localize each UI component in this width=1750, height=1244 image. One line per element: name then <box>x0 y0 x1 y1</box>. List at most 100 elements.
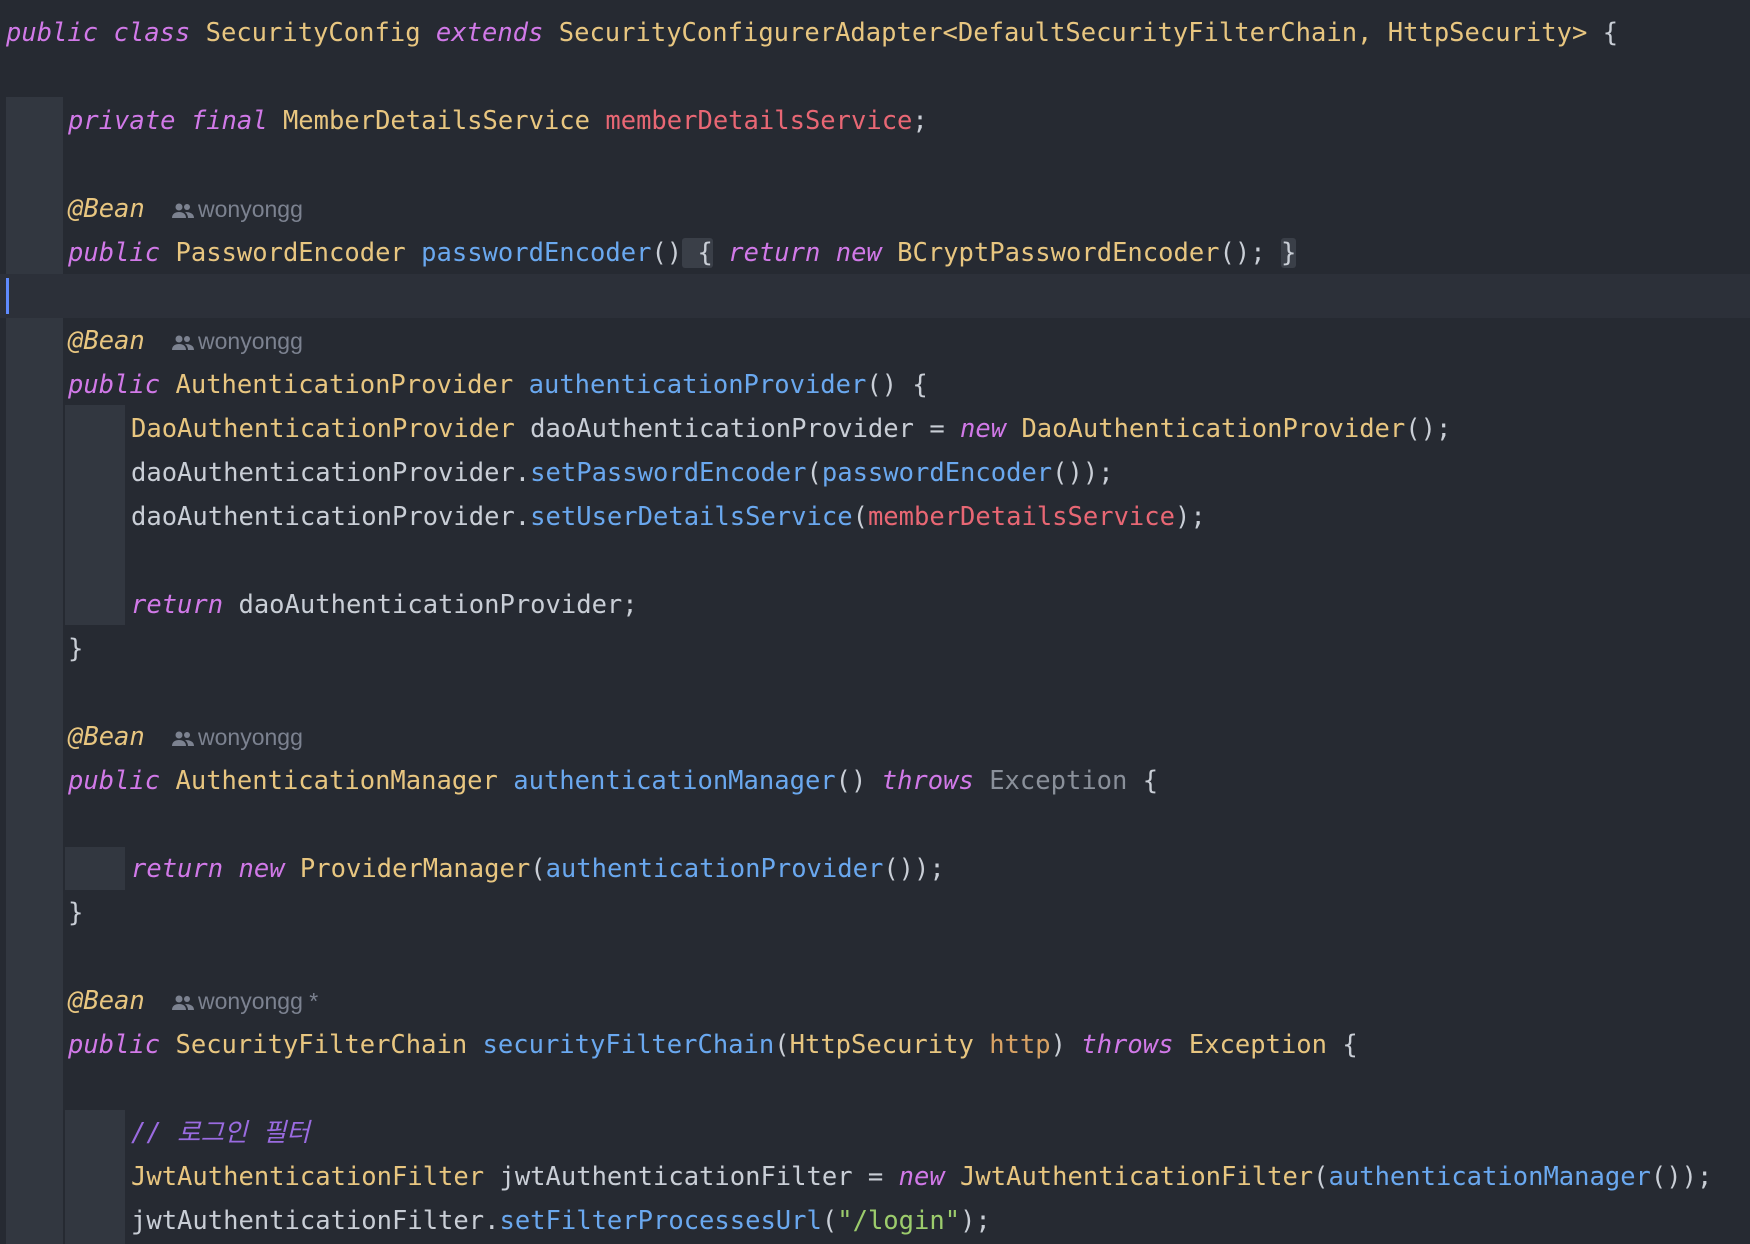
code-line-auth-provider-signature[interactable]: public AuthenticationProvider authentica… <box>68 363 928 407</box>
folded-brace-open[interactable]: { <box>682 238 713 268</box>
field-ref: memberDetailsService <box>867 502 1175 532</box>
code-line-set-filter-url[interactable]: jwtAuthenticationFilter.setFilterProcess… <box>131 1199 991 1243</box>
return-type: SecurityFilterChain <box>175 1030 468 1060</box>
code-line-filter-chain-signature[interactable]: public SecurityFilterChain securityFilte… <box>68 1023 1358 1067</box>
method-call-arg: authenticationProvider <box>545 854 884 884</box>
indent-guide-level1 <box>6 97 63 1244</box>
author-name: wonyongg <box>198 328 303 354</box>
bean-annotation: @Bean <box>68 194 145 224</box>
keyword: throws <box>1081 1030 1174 1060</box>
var-decl: jwtAuthenticationFilter = <box>484 1162 899 1192</box>
code-vision-author[interactable]: wonyongg * <box>172 979 318 1023</box>
code-line-close-brace[interactable]: } <box>68 627 83 671</box>
keyword: return <box>131 590 224 620</box>
return-value: daoAuthenticationProvider; <box>223 590 638 620</box>
var-type: DaoAuthenticationProvider <box>131 414 515 444</box>
author-name: wonyongg * <box>198 988 319 1014</box>
keyword: new <box>898 1162 945 1192</box>
code-line-field[interactable]: private final MemberDetailsService membe… <box>68 99 928 143</box>
paren: ( <box>1313 1162 1329 1192</box>
method-call: setPasswordEncoder <box>530 458 807 488</box>
code-line-comment[interactable]: // 로그인 필터 <box>131 1111 310 1155</box>
paren: ( <box>852 502 868 532</box>
field-type: MemberDetailsService <box>282 106 590 136</box>
var-decl: daoAuthenticationProvider = <box>514 414 961 444</box>
code-line-annotation[interactable]: @Bean <box>68 319 145 363</box>
constructor: JwtAuthenticationFilter <box>960 1162 1314 1192</box>
string-literal: "/login" <box>837 1206 961 1236</box>
code-line-set-password-encoder[interactable]: daoAuthenticationProvider.setPasswordEnc… <box>131 451 1114 495</box>
code-line-set-user-details[interactable]: daoAuthenticationProvider.setUserDetails… <box>131 495 1206 539</box>
code-line-return[interactable]: return new ProviderManager(authenticatio… <box>131 847 945 891</box>
brace: { <box>1127 766 1159 796</box>
bean-annotation: @Bean <box>68 722 145 752</box>
people-icon <box>172 731 194 746</box>
call-tail: ); <box>960 1206 991 1236</box>
current-line-highlight <box>0 274 1750 318</box>
parens: () <box>835 766 882 796</box>
call-tail: (); <box>1405 414 1452 444</box>
code-line-dao-provider-init[interactable]: DaoAuthenticationProvider daoAuthenticat… <box>131 407 1451 451</box>
text-caret <box>6 278 9 314</box>
return-type: PasswordEncoder <box>175 238 406 268</box>
keyword: public <box>6 18 99 48</box>
close-brace: } <box>68 898 84 928</box>
keyword: private <box>68 106 176 136</box>
indent-guide-level2 <box>65 1110 125 1244</box>
parent-type: SecurityConfigurerAdapter<DefaultSecurit… <box>558 18 1588 48</box>
folded-brace-close[interactable]: } <box>1280 238 1297 268</box>
paren: ) <box>1050 1030 1082 1060</box>
bean-annotation: @Bean <box>68 326 145 356</box>
code-line-auth-manager-signature[interactable]: public AuthenticationManager authenticat… <box>68 759 1158 803</box>
code-line-annotation[interactable]: @Bean <box>68 979 145 1023</box>
bean-annotation: @Bean <box>68 986 145 1016</box>
indent-guide-level2 <box>65 847 125 890</box>
keyword: return <box>728 238 821 268</box>
code-vision-author[interactable]: wonyongg <box>172 319 303 363</box>
exception-type: Exception <box>989 766 1128 796</box>
return-type: AuthenticationProvider <box>175 370 514 400</box>
code-line-close-brace[interactable]: } <box>68 891 83 935</box>
people-icon <box>172 203 194 218</box>
author-name: wonyongg <box>198 196 303 222</box>
paren: ( <box>821 1206 838 1236</box>
code-editor[interactable]: public class SecurityConfig extends Secu… <box>0 0 1750 1244</box>
method-call-arg: passwordEncoder <box>821 458 1053 488</box>
parens: () <box>651 238 683 268</box>
call-tail: ()); <box>883 854 945 884</box>
var-type: JwtAuthenticationFilter <box>131 1162 485 1192</box>
keyword: public <box>68 1030 161 1060</box>
method-call: setUserDetailsService <box>530 502 853 532</box>
close-brace: } <box>68 634 84 664</box>
keyword: class <box>113 18 191 48</box>
keyword: return <box>131 854 224 884</box>
keyword: new <box>238 854 285 884</box>
constructor: BCryptPasswordEncoder <box>897 238 1220 268</box>
call-tail: (); <box>1219 238 1281 268</box>
code-line-return[interactable]: return daoAuthenticationProvider; <box>131 583 638 627</box>
keyword: public <box>68 238 161 268</box>
code-line-annotation[interactable]: @Bean <box>68 715 145 759</box>
signature-tail: () { <box>866 370 928 400</box>
code-line-annotation[interactable]: @Bean <box>68 187 145 231</box>
call-tail: ); <box>1174 502 1206 532</box>
method-name: securityFilterChain <box>482 1030 775 1060</box>
code-line-class-declaration[interactable]: public class SecurityConfig extends Secu… <box>6 11 1618 55</box>
code-line-jwt-filter-init[interactable]: JwtAuthenticationFilter jwtAuthenticatio… <box>131 1155 1712 1199</box>
code-line-password-encoder[interactable]: public PasswordEncoder passwordEncoder()… <box>68 231 1297 275</box>
people-icon <box>172 335 194 350</box>
field-name: memberDetailsService <box>605 106 913 136</box>
code-vision-author[interactable]: wonyongg <box>172 715 303 759</box>
method-name: authenticationProvider <box>528 370 867 400</box>
paren: ( <box>774 1030 790 1060</box>
keyword: public <box>68 766 161 796</box>
method-name: authenticationManager <box>513 766 836 796</box>
paren: ( <box>530 854 546 884</box>
code-vision-author[interactable]: wonyongg <box>172 187 303 231</box>
keyword: new <box>960 414 1007 444</box>
keyword: public <box>68 370 161 400</box>
keyword: new <box>835 238 882 268</box>
people-icon <box>172 995 194 1010</box>
param-name: http <box>989 1030 1051 1060</box>
indent-guide-level2 <box>65 405 125 625</box>
